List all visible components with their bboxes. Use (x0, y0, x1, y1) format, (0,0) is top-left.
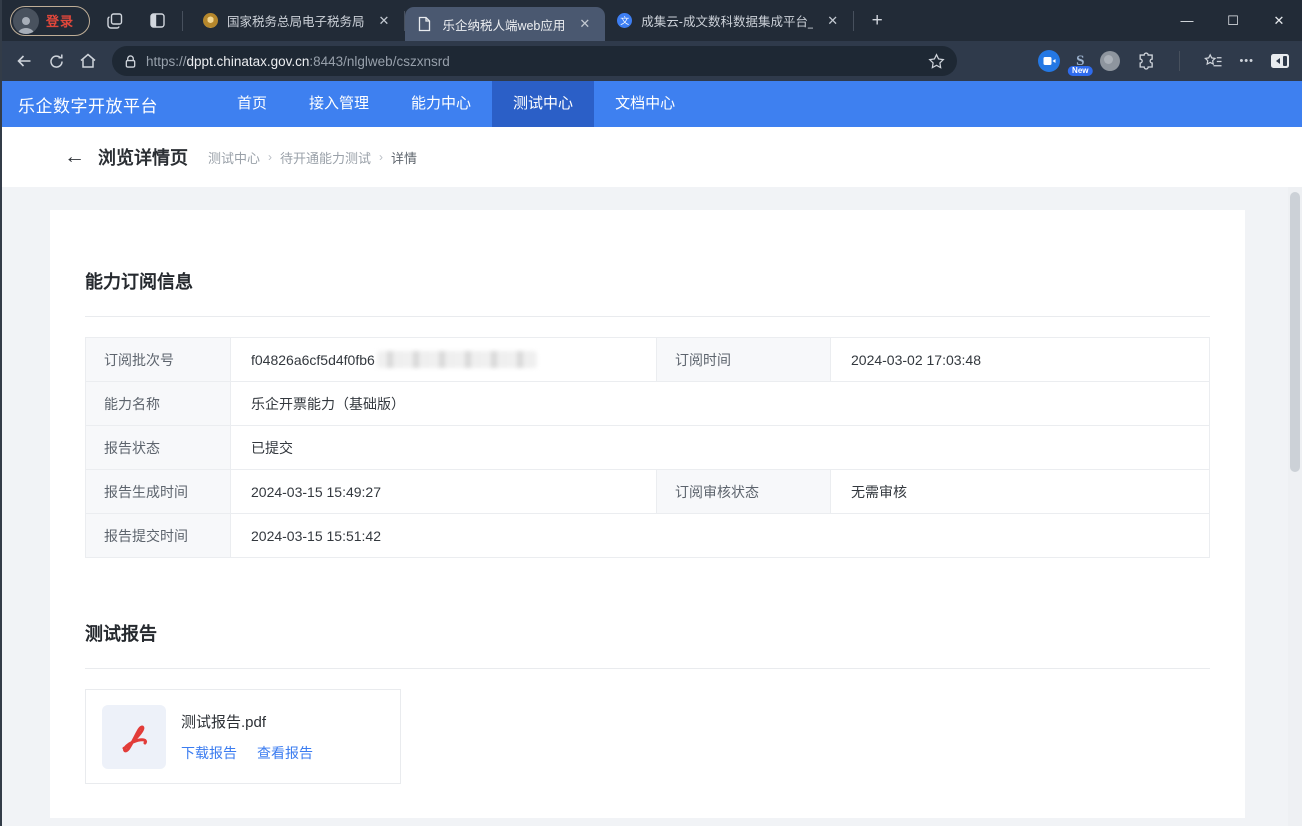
redacted-blur (377, 351, 537, 368)
favorites-bar-icon[interactable] (1204, 53, 1223, 70)
pdf-icon (102, 705, 166, 769)
favorite-star-icon[interactable] (928, 53, 945, 70)
extensions-puzzle-icon[interactable] (1136, 52, 1155, 71)
view-report-link[interactable]: 查看报告 (257, 743, 313, 763)
refresh-icon[interactable] (40, 45, 72, 77)
back-arrow-icon[interactable]: ← (64, 145, 85, 169)
field-label-batch-no: 订阅批次号 (86, 338, 231, 381)
tab-chengjiyun[interactable]: 文 成集云-成文数科数据集成平台_可 ✕ (605, 0, 853, 41)
sidebar-toggle-icon[interactable] (1270, 53, 1290, 69)
breadcrumb-pending-capability-test[interactable]: 待开通能力测试 (280, 148, 371, 167)
tab-actions-icon[interactable] (140, 4, 174, 38)
login-label: 登录 (46, 11, 74, 30)
tab-title: 乐企纳税人端web应用 (442, 15, 565, 34)
field-value-report-generated-time: 2024-03-15 15:49:27 (231, 470, 656, 513)
report-file-card: 测试报告.pdf 下载报告 查看报告 (85, 689, 401, 784)
nav-item-home[interactable]: 首页 (216, 81, 288, 127)
field-value-report-status: 已提交 (231, 426, 1209, 469)
window-controls: — ☐ ✕ (1164, 0, 1302, 41)
s-new-extension-icon[interactable]: S New (1076, 55, 1084, 67)
back-icon[interactable] (8, 45, 40, 77)
tab-separator (853, 11, 854, 31)
table-row: 报告状态 已提交 (86, 426, 1209, 470)
table-row: 报告生成时间 2024-03-15 15:49:27 订阅审核状态 无需审核 (86, 470, 1209, 514)
site-menu: 首页 接入管理 能力中心 测试中心 文档中心 (216, 81, 696, 127)
field-label-report-submit-time: 报告提交时间 (86, 514, 231, 557)
download-report-link[interactable]: 下载报告 (181, 743, 237, 763)
toolbar-separator (1179, 51, 1180, 71)
tab-close-icon[interactable]: ✕ (574, 14, 595, 34)
tab-leqi-web-app[interactable]: 乐企纳税人端web应用 ✕ (405, 7, 605, 41)
tab-strip: 国家税务总局电子税务局 ✕ 乐企纳税人端web应用 ✕ 文 成集云-成文数科数据… (191, 0, 1164, 41)
profile-login-button[interactable]: 登录 (10, 6, 90, 36)
avatar (13, 8, 39, 34)
tab-title: 成集云-成文数科数据集成平台_可 (641, 11, 813, 30)
scrollbar-thumb[interactable] (1290, 192, 1300, 472)
tab-close-icon[interactable]: ✕ (374, 11, 395, 31)
report-section-title: 测试报告 (85, 620, 1210, 646)
new-tab-button[interactable]: + (860, 4, 894, 38)
emblem-icon (203, 13, 218, 28)
breadcrumb-test-center[interactable]: 测试中心 (208, 148, 260, 167)
minimize-button[interactable]: — (1164, 0, 1210, 41)
site-navbar: 乐企数字开放平台 首页 接入管理 能力中心 测试中心 文档中心 (2, 81, 1302, 127)
field-value-audit-status: 无需审核 (831, 470, 1209, 513)
browser-toolbar: https://dppt.chinatax.gov.cn:8443/nlglwe… (2, 41, 1302, 81)
report-links: 下载报告 查看报告 (181, 743, 313, 763)
nav-item-doc-center[interactable]: 文档中心 (594, 81, 696, 127)
more-options-icon[interactable]: ••• (1239, 55, 1254, 67)
field-value-batch-no: f04826a6cf5d4f0fb6 (231, 338, 656, 381)
section-divider (85, 316, 1210, 317)
breadcrumb-detail: 详情 (391, 148, 417, 167)
field-value-capability-name: 乐企开票能力（基础版） (231, 382, 1209, 425)
lock-icon (124, 54, 137, 69)
field-value-report-submit-time: 2024-03-15 15:51:42 (231, 514, 1209, 557)
home-icon[interactable] (72, 45, 104, 77)
person-icon (15, 14, 37, 34)
tab-title: 国家税务总局电子税务局 (227, 11, 365, 30)
table-row: 能力名称 乐企开票能力（基础版） (86, 382, 1209, 426)
field-label-capability-name: 能力名称 (86, 382, 231, 425)
nav-item-capability-center[interactable]: 能力中心 (390, 81, 492, 127)
close-button[interactable]: ✕ (1256, 0, 1302, 41)
gray-circle-extension-icon[interactable] (1100, 51, 1120, 71)
table-row: 订阅批次号 f04826a6cf5d4f0fb6 订阅时间 2024-03-02… (86, 338, 1209, 382)
extensions-area: S New ••• (971, 50, 1290, 72)
breadcrumb: 测试中心 › 待开通能力测试 › 详情 (208, 148, 417, 167)
breadcrumb-separator: › (379, 150, 383, 164)
page-title: 浏览详情页 (98, 144, 188, 170)
url-text: https://dppt.chinatax.gov.cn:8443/nlglwe… (146, 54, 919, 69)
section-divider (85, 668, 1210, 669)
nav-item-test-center[interactable]: 测试中心 (492, 81, 594, 127)
tab-close-icon[interactable]: ✕ (822, 11, 843, 31)
report-file-name: 测试报告.pdf (181, 711, 313, 732)
page-header: ← 浏览详情页 测试中心 › 待开通能力测试 › 详情 (2, 127, 1302, 187)
tab-etax-bureau[interactable]: 国家税务总局电子税务局 ✕ (191, 0, 404, 41)
breadcrumb-separator: › (268, 150, 272, 164)
wen-circle-icon: 文 (617, 13, 632, 28)
page-icon (417, 16, 433, 32)
detail-card: 能力订阅信息 订阅批次号 f04826a6cf5d4f0fb6 订阅时间 202… (50, 210, 1245, 818)
site-brand: 乐企数字开放平台 (18, 92, 158, 117)
field-label-report-generated-time: 报告生成时间 (86, 470, 231, 513)
workspaces-icon[interactable] (98, 4, 132, 38)
subscription-section-title: 能力订阅信息 (85, 268, 1210, 294)
field-label-subscribe-time: 订阅时间 (656, 338, 831, 381)
new-badge: New (1068, 66, 1092, 76)
scrollbar-track[interactable] (1288, 187, 1302, 826)
address-bar[interactable]: https://dppt.chinatax.gov.cn:8443/nlglwe… (112, 46, 957, 76)
field-value-subscribe-time: 2024-03-02 17:03:48 (831, 338, 1209, 381)
subscription-info-table: 订阅批次号 f04826a6cf5d4f0fb6 订阅时间 2024-03-02… (85, 337, 1210, 558)
maximize-button[interactable]: ☐ (1210, 0, 1256, 41)
browser-titlebar: 登录 国家税务总局电子税务局 ✕ (2, 0, 1302, 41)
titlebar-separator (182, 11, 183, 31)
table-row: 报告提交时间 2024-03-15 15:51:42 (86, 514, 1209, 558)
field-label-report-status: 报告状态 (86, 426, 231, 469)
page-content: 能力订阅信息 订阅批次号 f04826a6cf5d4f0fb6 订阅时间 202… (2, 187, 1302, 826)
nav-item-access-management[interactable]: 接入管理 (288, 81, 390, 127)
camera-extension-icon[interactable] (1038, 50, 1060, 72)
field-label-audit-status: 订阅审核状态 (656, 470, 831, 513)
report-file-info: 测试报告.pdf 下载报告 查看报告 (181, 711, 313, 763)
